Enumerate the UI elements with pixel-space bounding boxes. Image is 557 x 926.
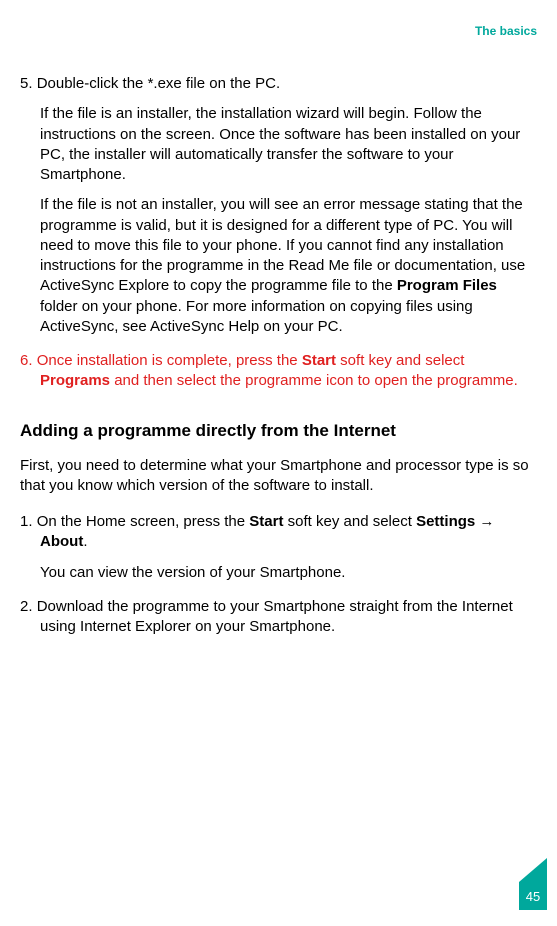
- step-5-para2-bold: Program Files: [397, 277, 497, 294]
- step-6-text-a: Once installation is complete, press the: [37, 352, 302, 369]
- step-5-para1: If the file is an installer, the install…: [20, 104, 537, 185]
- step-5-para2: If the file is not an installer, you wil…: [20, 195, 537, 337]
- footer-triangle-icon: [519, 858, 547, 882]
- step-5-line1: Double-click the *.exe file on the PC.: [37, 75, 280, 92]
- page-number: 45: [519, 882, 547, 910]
- s2-step-1-text-b: soft key and select: [283, 513, 416, 530]
- s2-step-1-bold3: About: [40, 533, 83, 550]
- s2-step-1-para: You can view the version of your Smartph…: [20, 563, 537, 583]
- step-5: 5. Double-click the *.exe file on the PC…: [20, 74, 537, 337]
- section-intro: First, you need to determine what your S…: [20, 456, 537, 497]
- s2-step-1-bold1: Start: [249, 513, 283, 530]
- arrow-icon: →: [475, 513, 494, 530]
- step-5-number: 5.: [20, 75, 33, 92]
- section2-step-1: 1. On the Home screen, press the Start s…: [20, 512, 537, 583]
- step-5-para2-b: folder on your phone. For more informati…: [40, 298, 473, 335]
- page-content: 5. Double-click the *.exe file on the PC…: [20, 74, 537, 637]
- step-6: 6. Once installation is complete, press …: [20, 351, 537, 392]
- section2-step-2: 2. Download the programme to your Smartp…: [20, 597, 537, 638]
- step-6-text-b: soft key and select: [336, 352, 464, 369]
- s2-step-2-number: 2.: [20, 598, 33, 615]
- s2-step-1-text-c: .: [83, 533, 87, 550]
- s2-step-1-number: 1.: [20, 513, 33, 530]
- step-6-bold2: Programs: [40, 372, 110, 389]
- step-6-bold1: Start: [302, 352, 336, 369]
- step-6-number: 6.: [20, 352, 33, 369]
- s2-step-2-text: Download the programme to your Smartphon…: [37, 598, 513, 635]
- step-6-text-c: and then select the programme icon to op…: [110, 372, 518, 389]
- section-heading: Adding a programme directly from the Int…: [20, 420, 537, 442]
- header-section-label: The basics: [475, 24, 537, 38]
- s2-step-1-bold2: Settings: [416, 513, 475, 530]
- s2-step-1-text-a: On the Home screen, press the: [37, 513, 250, 530]
